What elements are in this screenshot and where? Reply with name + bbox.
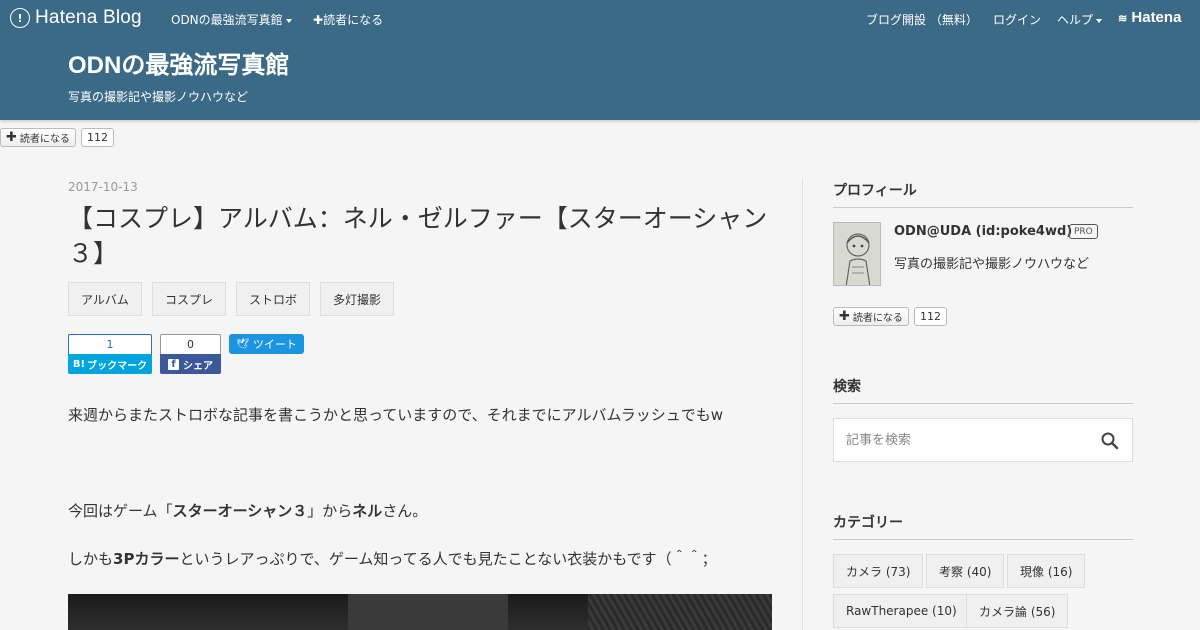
entry-title[interactable]: 【コスプレ】アルバム：ネル・ゼルファー【スターオーシャン３】 xyxy=(68,201,772,271)
hatena-bookmark-count: 1 xyxy=(68,334,152,354)
entry-date[interactable]: 2017-10-13 xyxy=(68,180,138,194)
login-link[interactable]: ログイン xyxy=(993,11,1041,28)
hatena-logo-icon: ! xyxy=(10,8,30,28)
photo-region xyxy=(348,594,508,630)
help-dropdown[interactable]: ヘルプ xyxy=(1057,11,1103,28)
avatar[interactable] xyxy=(833,222,881,286)
caret-down-icon xyxy=(1096,18,1103,23)
search-icon[interactable] xyxy=(1100,431,1120,451)
hatena-mark-icon: ≋ xyxy=(1118,13,1128,25)
category-camera-theory[interactable]: カメラ論 (56) xyxy=(966,594,1069,628)
help-label: ヘルプ xyxy=(1057,13,1094,27)
sidebar-subscribe-label: 読者になる xyxy=(852,313,903,324)
facebook-share-count: 0 xyxy=(160,334,221,354)
blog-menu-dropdown[interactable]: ODNの最強流写真館 xyxy=(171,11,292,28)
caret-down-icon xyxy=(285,18,292,23)
plus-icon: ✚ xyxy=(313,13,324,27)
subscriber-count[interactable]: 112 xyxy=(81,128,114,147)
column-divider xyxy=(802,178,803,630)
hatena-bookmark-icon: B! xyxy=(72,358,86,370)
blog-description: 写真の撮影記や撮影ノウハウなど xyxy=(68,90,249,104)
twitter-bird-icon: 🕊 xyxy=(236,338,249,350)
global-bar: ! Hatena Blog ODNの最強流写真館 ✚読者になる ブログ開設 （無… xyxy=(0,0,1200,36)
tweet-label: ツイート xyxy=(252,338,297,351)
sidebar-subscribe-button[interactable]: ✚ 読者になる xyxy=(833,307,909,326)
facebook-share-label: f シェア xyxy=(160,354,221,374)
hatena-link[interactable]: ≋ Hatena xyxy=(1118,9,1181,26)
subscribe-button-label: 読者になる xyxy=(19,134,70,145)
profile-description: 写真の撮影記や撮影ノウハウなど xyxy=(894,257,1090,272)
category-development[interactable]: 現像 (16) xyxy=(1007,554,1086,588)
entry-paragraph-2: 今回はゲーム「スターオーシャン３」からネルさん。 xyxy=(68,500,427,521)
subscribe-link[interactable]: ✚読者になる xyxy=(313,11,383,28)
entry-paragraph-1: 来週からまたストロボな記事を書こうかと思っていますので、それまでにアルバムラッシ… xyxy=(68,406,724,424)
tag-album[interactable]: アルバム xyxy=(68,282,142,316)
photo-region xyxy=(588,594,772,630)
bold-character-name: ネル xyxy=(352,502,383,520)
blog-menu-label: ODNの最強流写真館 xyxy=(171,13,283,27)
facebook-share-button[interactable]: 0 f シェア xyxy=(160,334,221,374)
text: 」から xyxy=(307,502,353,520)
profile-name[interactable]: ODN@UDA (id:poke4wd) xyxy=(894,224,1072,239)
category-rawtherapee[interactable]: RawTherapee (10) xyxy=(833,594,970,628)
text: 今回はゲーム「 xyxy=(68,502,173,520)
tweet-button[interactable]: 🕊 ツイート xyxy=(229,334,304,354)
blog-header: ODNの最強流写真館 写真の撮影記や撮影ノウハウなど xyxy=(0,36,1200,120)
bold-color-variant: 3Pカラー xyxy=(113,550,180,568)
pro-badge[interactable]: PRO xyxy=(1069,224,1098,239)
bold-game-title: スターオーシャン３ xyxy=(172,502,308,520)
text: というレアっぷりで、ゲーム知ってる人でも見たことない衣装かもです（＾＾； xyxy=(179,550,717,568)
sidebar-subscriber-count[interactable]: 112 xyxy=(914,307,947,326)
category-module-title: カテゴリー xyxy=(833,512,1133,540)
hatena-bookmark-button[interactable]: 1 B! ブックマーク xyxy=(68,334,152,374)
text: しかも xyxy=(68,550,114,568)
subscribe-link-label: 読者になる xyxy=(323,13,384,27)
subscribe-button[interactable]: ✚ 読者になる xyxy=(0,128,76,147)
search-input[interactable] xyxy=(834,419,1084,461)
hatena-bookmark-text: ブックマーク xyxy=(87,360,148,372)
category-consideration[interactable]: 考察 (40) xyxy=(926,554,1005,588)
logo-text: Hatena Blog xyxy=(35,7,142,28)
hatena-bookmark-label: B! ブックマーク xyxy=(68,354,152,374)
tag-cosplay[interactable]: コスプレ xyxy=(152,282,227,316)
facebook-share-text: シェア xyxy=(183,360,213,372)
plus-icon: ✚ xyxy=(6,130,17,145)
hatena-link-label: Hatena xyxy=(1131,9,1182,26)
tag-multi-light[interactable]: 多灯撮影 xyxy=(320,282,395,316)
text: さん。 xyxy=(382,502,428,520)
category-camera[interactable]: カメラ (73) xyxy=(833,554,924,588)
hatena-blog-logo[interactable]: ! Hatena Blog xyxy=(10,7,142,29)
blog-title[interactable]: ODNの最強流写真館 xyxy=(68,45,289,80)
blog-signup-link[interactable]: ブログ開設 （無料） xyxy=(866,11,978,28)
facebook-icon: f xyxy=(168,358,179,370)
search-form xyxy=(833,418,1133,462)
search-module-title: 検索 xyxy=(833,376,1133,404)
plus-icon: ✚ xyxy=(839,309,850,324)
profile-module-title: プロフィール xyxy=(833,180,1133,208)
entry-photo[interactable] xyxy=(68,594,772,630)
entry-paragraph-3: しかも3Pカラーというレアっぷりで、ゲーム知ってる人でも見たことない衣装かもです… xyxy=(68,548,717,569)
avatar-illustration xyxy=(834,223,880,285)
tag-strobe[interactable]: ストロボ xyxy=(236,282,311,316)
